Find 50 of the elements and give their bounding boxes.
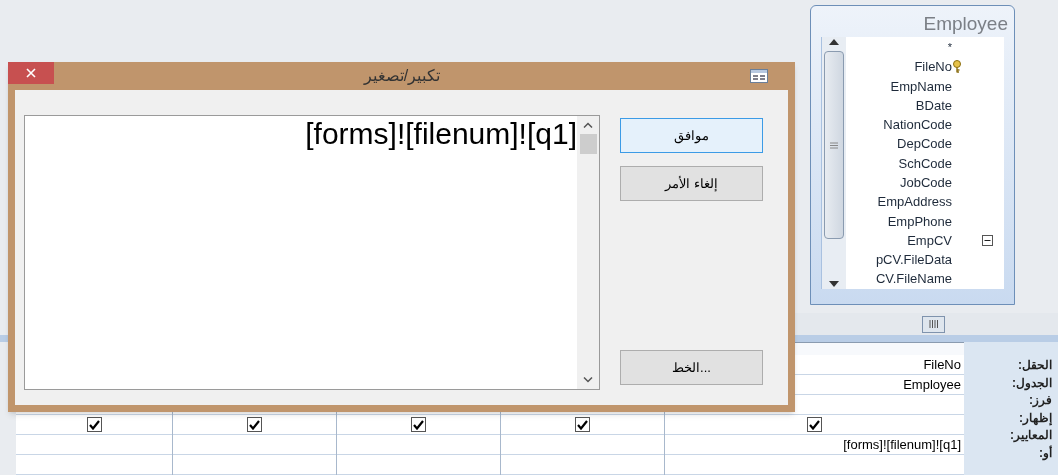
field-name[interactable]: pCV.FileData (875, 250, 952, 270)
vertical-scrollbar[interactable] (577, 116, 599, 389)
field-name[interactable]: * (947, 39, 952, 56)
field-name[interactable]: BDate (915, 95, 952, 116)
grip-icon (929, 320, 938, 329)
row-label: الحقل: (1018, 357, 1052, 374)
field-name[interactable]: JobCode (899, 173, 952, 193)
dialog-title: تكبير/تصغير (363, 66, 441, 87)
show-checkbox[interactable] (247, 417, 262, 432)
show-checkbox[interactable] (575, 417, 590, 432)
table-title: Employee (923, 12, 1009, 36)
zoom-text-area[interactable]: [forms]![filenum]![q1] (24, 115, 600, 390)
row-label: أو: (1039, 444, 1052, 462)
dialog-button[interactable]: إلغاء الأمر (620, 166, 763, 201)
scroll-thumb[interactable] (579, 134, 597, 154)
close-icon (26, 68, 36, 78)
field-name[interactable]: SchCode (898, 153, 952, 174)
grid-cell-text[interactable]: [forms]![filenum]![q1] (843, 434, 961, 455)
scroll-up-icon[interactable] (829, 39, 839, 45)
scroll-thumb[interactable] (824, 51, 844, 239)
row-label: المعايير: (1010, 427, 1052, 445)
field-name[interactable]: CV.FileName (875, 269, 952, 289)
scroll-up-icon[interactable] (583, 122, 593, 128)
window-icon (750, 69, 768, 83)
grid-cell-text[interactable]: Employee (903, 374, 961, 395)
field-name[interactable]: DepCode (897, 134, 952, 154)
field-name[interactable]: EmpPhone (887, 211, 952, 232)
scroll-down-icon[interactable] (829, 281, 839, 287)
collapse-icon[interactable] (982, 235, 993, 247)
row-label: الجدول: (1012, 374, 1052, 392)
row-label: إظهار: (1019, 409, 1052, 427)
scroll-thumb[interactable] (922, 315, 945, 333)
horizontal-scrollbar[interactable] (795, 312, 1058, 336)
show-checkbox[interactable] (807, 417, 822, 432)
row-label: فرز: (1029, 392, 1052, 410)
field-name[interactable]: EmpName (890, 76, 952, 96)
expression-text: [forms]![filenum]![q1] (305, 117, 577, 150)
grip-icon (830, 141, 838, 149)
scroll-down-icon[interactable] (583, 377, 593, 383)
show-checkbox[interactable] (411, 417, 426, 432)
close-button[interactable] (8, 62, 54, 84)
grid-cell-text[interactable]: FileNo (923, 354, 961, 375)
dialog-button[interactable]: الخط... (620, 350, 763, 385)
field-name[interactable]: FileNo (914, 57, 952, 77)
field-name[interactable]: EmpAddress (877, 192, 952, 212)
field-name[interactable]: NationCode (883, 115, 952, 135)
field-name[interactable]: EmpCV (907, 230, 952, 251)
dialog-button[interactable]: موافق (620, 118, 763, 153)
vertical-scrollbar[interactable] (822, 37, 846, 289)
show-checkbox[interactable] (86, 417, 102, 432)
